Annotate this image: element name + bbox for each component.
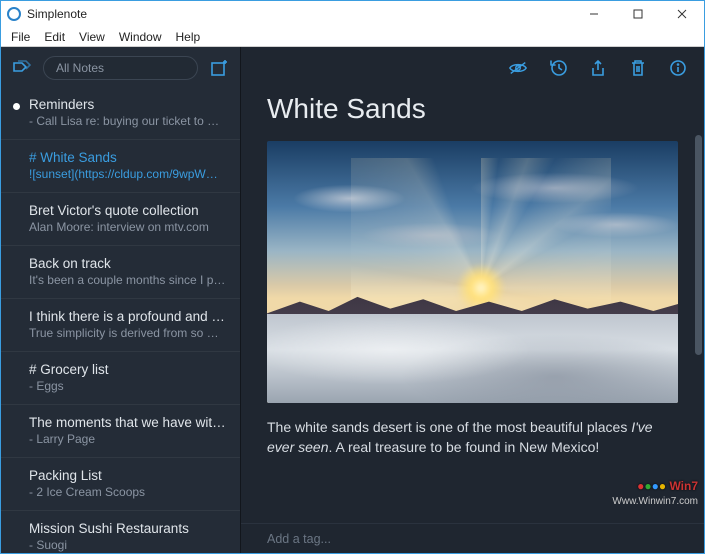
note-title: I think there is a profound and end... xyxy=(29,309,226,324)
window-frame: Simplenote File Edit View Window Help Al… xyxy=(0,0,705,554)
titlebar: Simplenote xyxy=(1,1,704,27)
menu-file[interactable]: File xyxy=(5,29,36,45)
app-body: All Notes Reminders - Call Lisa re: buyi… xyxy=(1,47,704,553)
note-body-text: The white sands desert is one of the mos… xyxy=(267,419,631,435)
note-title: Packing List xyxy=(29,468,226,483)
note-list[interactable]: Reminders - Call Lisa re: buying our tic… xyxy=(1,89,240,553)
app-icon xyxy=(7,7,21,21)
menu-edit[interactable]: Edit xyxy=(38,29,71,45)
menubar: File Edit View Window Help xyxy=(1,27,704,47)
history-icon[interactable] xyxy=(548,58,568,78)
editor: White Sands The white sands desert is on… xyxy=(241,47,704,553)
note-title: Mission Sushi Restaurants xyxy=(29,521,226,536)
new-note-button[interactable] xyxy=(208,57,230,79)
note-title: Reminders xyxy=(29,97,226,112)
preview-toggle-icon[interactable] xyxy=(508,58,528,78)
note-body-text: . A real treasure to be found in New Mex… xyxy=(328,439,599,455)
note-item[interactable]: # Grocery list - Eggs xyxy=(1,354,240,402)
note-preview: ![sunset](https://cldup.com/9wpWU84I3... xyxy=(29,167,226,181)
note-body: The white sands desert is one of the mos… xyxy=(267,417,678,458)
info-icon[interactable] xyxy=(668,58,688,78)
note-item[interactable]: # White Sands ![sunset](https://cldup.co… xyxy=(1,142,240,190)
note-preview: - 2 Ice Cream Scoops xyxy=(29,485,226,499)
pinned-dot-icon xyxy=(13,103,20,110)
note-item[interactable]: Back on track It's been a couple months … xyxy=(1,248,240,296)
note-item[interactable]: Reminders - Call Lisa re: buying our tic… xyxy=(1,89,240,137)
minimize-button[interactable] xyxy=(572,1,616,27)
note-title: # White Sands xyxy=(29,150,226,165)
note-preview: - Eggs xyxy=(29,379,226,393)
note-heading: White Sands xyxy=(267,93,678,125)
note-preview: - Call Lisa re: buying our ticket to Gre… xyxy=(29,114,226,128)
list-separator xyxy=(1,351,240,352)
list-separator xyxy=(1,192,240,193)
note-item[interactable]: Mission Sushi Restaurants - Suogi xyxy=(1,513,240,553)
share-icon[interactable] xyxy=(588,58,608,78)
maximize-button[interactable] xyxy=(616,1,660,27)
note-image xyxy=(267,141,678,403)
note-preview: True simplicity is derived from so much … xyxy=(29,326,226,340)
menu-view[interactable]: View xyxy=(73,29,111,45)
list-separator xyxy=(1,245,240,246)
menu-window[interactable]: Window xyxy=(113,29,168,45)
note-title: Back on track xyxy=(29,256,226,271)
list-separator xyxy=(1,298,240,299)
list-separator xyxy=(1,510,240,511)
tags-icon[interactable] xyxy=(11,57,33,79)
note-item[interactable]: Packing List - 2 Ice Cream Scoops xyxy=(1,460,240,508)
list-separator xyxy=(1,457,240,458)
search-placeholder: All Notes xyxy=(56,61,104,75)
note-title: # Grocery list xyxy=(29,362,226,377)
window-title: Simplenote xyxy=(27,7,572,21)
editor-toolbar xyxy=(241,47,704,89)
watermark-brand: Win7 xyxy=(669,479,698,493)
watermark-url: Www.Winwin7.com xyxy=(612,496,698,507)
list-separator xyxy=(1,404,240,405)
note-preview: - Suogi xyxy=(29,538,226,552)
sidebar: All Notes Reminders - Call Lisa re: buyi… xyxy=(1,47,241,553)
note-preview: It's been a couple months since I posted… xyxy=(29,273,226,287)
tag-placeholder: Add a tag... xyxy=(267,532,331,546)
tag-input[interactable]: Add a tag... xyxy=(241,523,704,553)
watermark-logo: ●●●● Win7 xyxy=(637,479,698,493)
note-item[interactable]: I think there is a profound and end... T… xyxy=(1,301,240,349)
trash-icon[interactable] xyxy=(628,58,648,78)
editor-content[interactable]: White Sands The white sands desert is on… xyxy=(241,89,704,523)
search-input[interactable]: All Notes xyxy=(43,56,198,80)
note-item[interactable]: Bret Victor's quote collection Alan Moor… xyxy=(1,195,240,243)
sidebar-top: All Notes xyxy=(1,47,240,89)
menu-help[interactable]: Help xyxy=(170,29,207,45)
note-item[interactable]: The moments that we have with fri... - L… xyxy=(1,407,240,455)
list-separator xyxy=(1,139,240,140)
scrollbar-track[interactable] xyxy=(695,135,702,489)
note-title: Bret Victor's quote collection xyxy=(29,203,226,218)
close-button[interactable] xyxy=(660,1,704,27)
note-preview: Alan Moore: interview on mtv.com xyxy=(29,220,226,234)
note-preview: - Larry Page xyxy=(29,432,226,446)
scrollbar-thumb[interactable] xyxy=(695,135,702,355)
note-title: The moments that we have with fri... xyxy=(29,415,226,430)
